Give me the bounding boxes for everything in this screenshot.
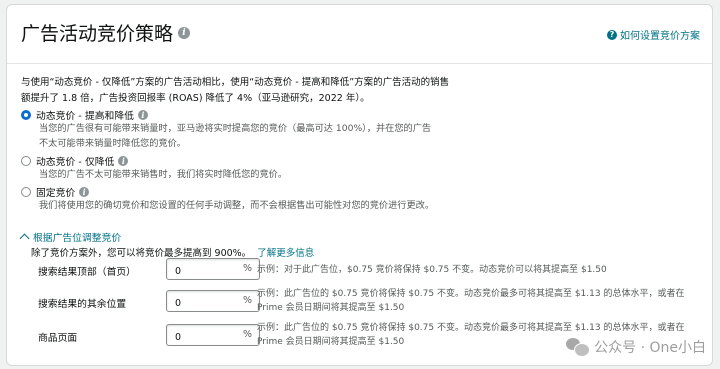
example-line: Prime 会员日期间将其提高至 $1.50 [257,303,405,313]
info-icon[interactable]: i [118,156,129,166]
placement-label: 搜索结果顶部（首页） [38,267,136,278]
option-desc: 当您的广告不太可能带来销售时，我们将实时降低您的竞价。 [39,169,288,180]
wechat-logo-icon [566,338,591,357]
option-desc: 不太可能带来销量时降低您的竞价。 [39,137,186,149]
top-of-search-percent-input[interactable] [167,261,245,282]
percent-unit: % [242,329,252,340]
percent-unit: % [242,263,252,274]
placement-percent-field[interactable]: % [166,324,260,348]
option-desc: 我们将使用您的确切竞价和您设置的任何手动调整，而不会根据售出可能性对您的竞价进行… [39,200,435,211]
chevron-up-icon [19,233,30,244]
rest-of-search-percent-input[interactable] [167,293,245,314]
option-dynamic-up-down[interactable]: 动态竞价 - 提高和降低 i 当您的广告很有可能带来销量时，亚马逊将实时提高您的… [21,108,431,151]
placement-percent-field[interactable]: % [166,258,260,282]
intro-line-1: 与使用“动态竞价 - 仅降低”方案的广告活动相比，使用“动态竞价 - 提高和降低… [21,77,450,88]
watermark-text: 公众号 · One小白 [594,340,706,356]
page-title-text: 广告活动竞价策略 [21,23,174,45]
example-line: 示例：对于此广告位，$0.75 竞价将保持 $0.75 不变。动态竞价可以将其提… [257,265,607,275]
placement-label: 商品页面 [38,333,78,344]
watermark: 公众号 · One小白 [566,337,706,357]
info-icon[interactable]: i [79,187,90,197]
radio-dynamic-up-down[interactable] [21,110,31,120]
info-icon[interactable]: i [178,26,191,39]
radio-dynamic-down-only[interactable] [21,156,31,166]
placement-percent-field[interactable]: % [166,290,260,314]
percent-unit: % [242,295,252,306]
option-dynamic-down-only[interactable]: 动态竞价 - 仅降低 i 当您的广告不太可能带来销售时，我们将实时降低您的竞价。 [21,154,287,183]
page-title: 广告活动竞价策略 i [21,19,191,46]
option-label[interactable]: 动态竞价 - 提高和降低 [36,108,134,122]
placement-example: 示例：对于此广告位，$0.75 竞价将保持 $0.75 不变。动态竞价可以将其提… [257,263,707,277]
info-icon[interactable]: i [137,110,148,120]
option-fixed-bids[interactable]: 固定竞价 i 我们将使用您的确切竞价和您设置的任何手动调整，而不会根据售出可能性… [21,185,434,214]
intro-line-2: 额提升了 1.8 倍，广告投资回报率 (ROAS) 降低了 4%（亚马逊研究，2… [21,93,370,104]
example-line: 示例：此广告位的 $0.75 竞价将保持 $0.75 不变。动态竞价最多可将其提… [257,323,685,333]
help-link-text[interactable]: 如何设置竞价方案 [620,27,700,42]
card-header: 广告活动竞价策略 i ? 如何设置竞价方案 [7,5,712,64]
question-icon: ? [607,29,617,40]
product-pages-percent-input[interactable] [167,327,245,348]
option-desc: 当您的广告很有可能带来销量时，亚马逊将实时提高您的竞价（最高可达 100%），并… [39,123,432,134]
radio-fixed-bids[interactable] [21,187,31,197]
help-link[interactable]: ? 如何设置竞价方案 [607,27,700,42]
adjust-toggle-label[interactable]: 根据广告位调整竞价 [33,230,121,244]
intro-text: 与使用“动态竞价 - 仅降低”方案的广告活动相比，使用“动态竞价 - 提高和降低… [21,75,481,107]
adjust-by-placement-toggle[interactable]: 根据广告位调整竞价 [19,230,121,244]
example-line: 示例：此广告位的 $0.75 竞价将保持 $0.75 不变。动态竞价最多可将其提… [257,289,685,299]
learn-more-link[interactable]: 了解更多信息 [257,248,314,259]
bidding-strategy-card: 广告活动竞价策略 i ? 如何设置竞价方案 与使用“动态竞价 - 仅降低”方案的… [6,4,713,366]
option-label[interactable]: 动态竞价 - 仅降低 [36,154,114,168]
placement-label: 搜索结果的其余位置 [38,299,127,310]
adjust-note: 除了竞价方案外，您可以将竞价最多提高到 900%。 了解更多信息 [31,245,314,259]
option-label[interactable]: 固定竞价 [36,185,75,199]
placement-example: 示例：此广告位的 $0.75 竞价将保持 $0.75 不变。动态竞价最多可将其提… [257,287,707,315]
